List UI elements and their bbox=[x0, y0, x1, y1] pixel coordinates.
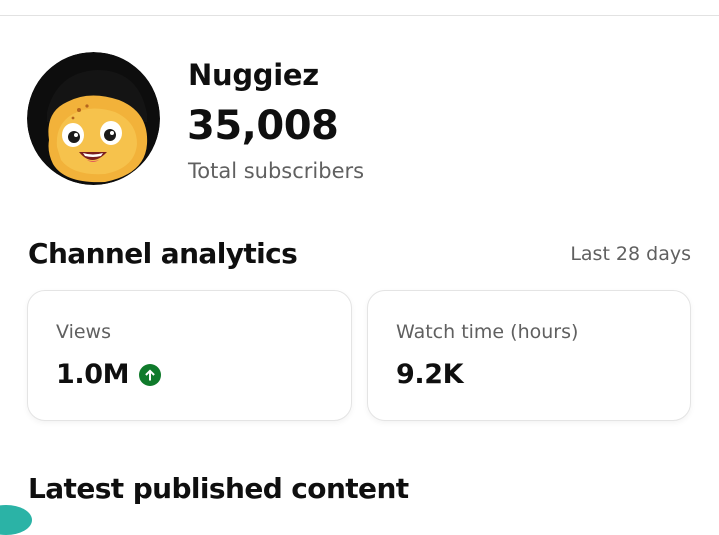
arrow-up-circle-icon bbox=[139, 364, 162, 386]
watch-time-label: Watch time (hours) bbox=[396, 321, 579, 343]
views-value: 1.0M bbox=[56, 359, 130, 390]
top-divider bbox=[0, 15, 719, 16]
period-label: Last 28 days bbox=[570, 243, 691, 265]
watch-time-value: 9.2K bbox=[396, 359, 464, 390]
views-label: Views bbox=[56, 321, 111, 343]
watch-time-value-row: 9.2K bbox=[396, 358, 464, 392]
nugget-avatar-icon bbox=[27, 52, 160, 185]
views-value-row: 1.0M bbox=[56, 358, 162, 392]
subscriber-count: 35,008 bbox=[187, 103, 339, 149]
channel-name[interactable]: Nuggiez bbox=[188, 57, 319, 93]
subscriber-label: Total subscribers bbox=[188, 159, 365, 183]
thumbnail-edge bbox=[0, 505, 32, 535]
watch-time-card[interactable]: Watch time (hours) 9.2K bbox=[367, 290, 691, 421]
views-card[interactable]: Views 1.0M bbox=[27, 290, 352, 421]
latest-content-title: Latest published content bbox=[28, 472, 409, 505]
channel-avatar[interactable] bbox=[27, 52, 160, 185]
channel-analytics-title: Channel analytics bbox=[28, 237, 298, 270]
